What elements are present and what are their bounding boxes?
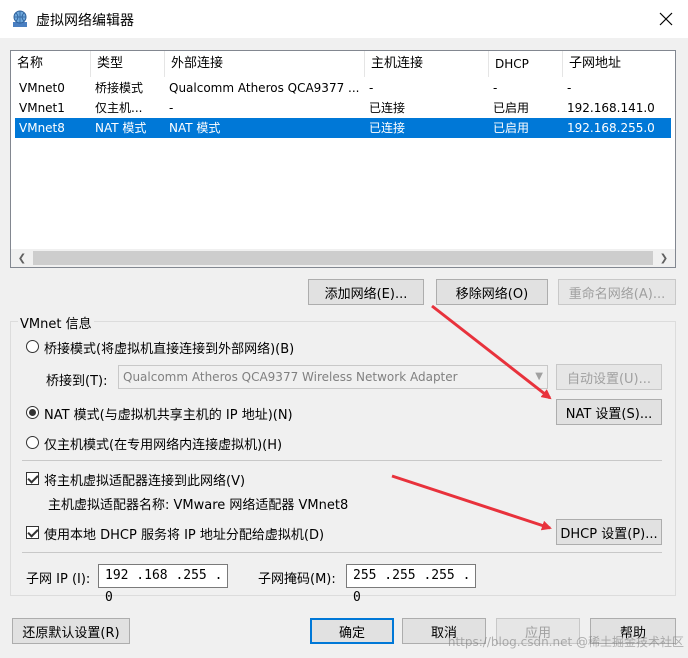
bridged-to-select[interactable]: Qualcomm Atheros QCA9377 Wireless Networ… xyxy=(118,365,548,389)
close-icon xyxy=(659,12,673,26)
bridged-to-label: 桥接到(T): xyxy=(46,374,108,389)
table-row-selected[interactable]: VMnet8 NAT 模式 NAT 模式 已连接 已启用 192.168.255… xyxy=(15,118,671,138)
column-header-type[interactable]: 类型 xyxy=(91,51,165,77)
cell-subnet: 192.168.255.0 xyxy=(567,121,655,135)
cell-subnet: 192.168.141.0 xyxy=(567,101,655,115)
remove-network-button[interactable]: 移除网络(O) xyxy=(436,279,548,305)
hostonly-radio[interactable] xyxy=(26,436,39,449)
cell-host: 已连接 xyxy=(369,101,406,115)
bridged-radio[interactable] xyxy=(26,340,39,353)
cell-external: - xyxy=(169,101,174,115)
window-title: 虚拟网络编辑器 xyxy=(36,13,134,29)
column-header-subnet[interactable]: 子网地址 xyxy=(563,51,675,77)
rename-network-button[interactable]: 重命名网络(A)... xyxy=(558,279,676,305)
column-header-name[interactable]: 名称 xyxy=(11,51,91,77)
nat-radio[interactable] xyxy=(26,406,39,419)
cell-name: VMnet1 xyxy=(19,101,65,115)
subnet-ip-label: 子网 IP (I): xyxy=(26,572,91,587)
ok-button[interactable]: 确定 xyxy=(310,618,394,644)
network-globe-icon xyxy=(10,9,30,29)
cell-host: 已连接 xyxy=(369,121,406,135)
subnet-mask-label: 子网掩码(M): xyxy=(258,572,336,587)
network-list[interactable]: 名称 类型 外部连接 主机连接 DHCP 子网地址 VMnet0 桥接模式 Qu… xyxy=(10,50,676,268)
cell-name: VMnet8 xyxy=(19,121,65,135)
column-header-host[interactable]: 主机连接 xyxy=(365,51,489,77)
scroll-left-icon[interactable]: ❮ xyxy=(13,249,31,267)
connect-adapter-label: 将主机虚拟适配器连接到此网络(V) xyxy=(44,474,246,489)
bridged-label: 桥接模式(将虚拟机直接连接到外部网络)(B) xyxy=(44,342,295,357)
cell-external: NAT 模式 xyxy=(169,121,221,135)
cell-type: NAT 模式 xyxy=(95,121,147,135)
dhcp-settings-button[interactable]: DHCP 设置(P)... xyxy=(556,519,662,545)
dhcp-checkbox[interactable] xyxy=(26,526,39,539)
vmnet-info-label: VMnet 信息 xyxy=(18,313,94,332)
cell-type: 仅主机... xyxy=(95,101,143,115)
divider xyxy=(22,552,662,553)
adapter-name-label: 主机虚拟适配器名称: VMware 网络适配器 VMnet8 xyxy=(48,498,349,513)
divider xyxy=(22,460,662,461)
restore-defaults-button[interactable]: 还原默认设置(R) xyxy=(12,618,130,644)
add-network-button[interactable]: 添加网络(E)... xyxy=(308,279,424,305)
chevron-down-icon: ▼ xyxy=(535,371,543,382)
cell-type: 桥接模式 xyxy=(95,81,144,95)
cell-dhcp: - xyxy=(493,81,498,95)
subnet-mask-input[interactable]: 255 .255 .255 . 0 xyxy=(346,564,476,605)
cell-dhcp: 已启用 xyxy=(493,101,530,115)
bridged-to-value: Qualcomm Atheros QCA9377 Wireless Networ… xyxy=(123,370,458,384)
cell-subnet: - xyxy=(567,81,572,95)
list-header: 名称 类型 外部连接 主机连接 DHCP 子网地址 xyxy=(11,51,675,77)
cell-name: VMnet0 xyxy=(19,81,65,95)
column-header-dhcp[interactable]: DHCP xyxy=(489,51,563,77)
close-button[interactable] xyxy=(644,0,688,38)
hostonly-label: 仅主机模式(在专用网络内连接虚拟机)(H) xyxy=(44,438,283,453)
scrollbar-thumb[interactable] xyxy=(33,251,653,265)
column-header-external[interactable]: 外部连接 xyxy=(165,51,365,77)
cell-host: - xyxy=(369,81,374,95)
cell-dhcp: 已启用 xyxy=(493,121,530,135)
table-row[interactable]: VMnet0 桥接模式 Qualcomm Atheros QCA9377 ...… xyxy=(15,78,671,98)
nat-settings-button[interactable]: NAT 设置(S)... xyxy=(556,399,662,425)
subnet-ip-input[interactable]: 192 .168 .255 . 0 xyxy=(98,564,228,605)
auto-settings-button[interactable]: 自动设置(U)... xyxy=(556,364,662,390)
watermark: https://blog.csdn.net @稀土掘金技术社区 xyxy=(447,635,684,649)
table-row[interactable]: VMnet1 仅主机... - 已连接 已启用 192.168.141.0 xyxy=(15,98,671,118)
nat-label: NAT 模式(与虚拟机共享主机的 IP 地址)(N) xyxy=(44,408,293,423)
horizontal-scrollbar[interactable]: ❮ ❯ xyxy=(11,249,675,267)
connect-adapter-checkbox[interactable] xyxy=(26,472,39,485)
dhcp-label: 使用本地 DHCP 服务将 IP 地址分配给虚拟机(D) xyxy=(44,528,325,543)
cell-external: Qualcomm Atheros QCA9377 ... xyxy=(169,81,360,95)
vmnet-info-group xyxy=(10,321,676,596)
scroll-right-icon[interactable]: ❯ xyxy=(655,249,673,267)
